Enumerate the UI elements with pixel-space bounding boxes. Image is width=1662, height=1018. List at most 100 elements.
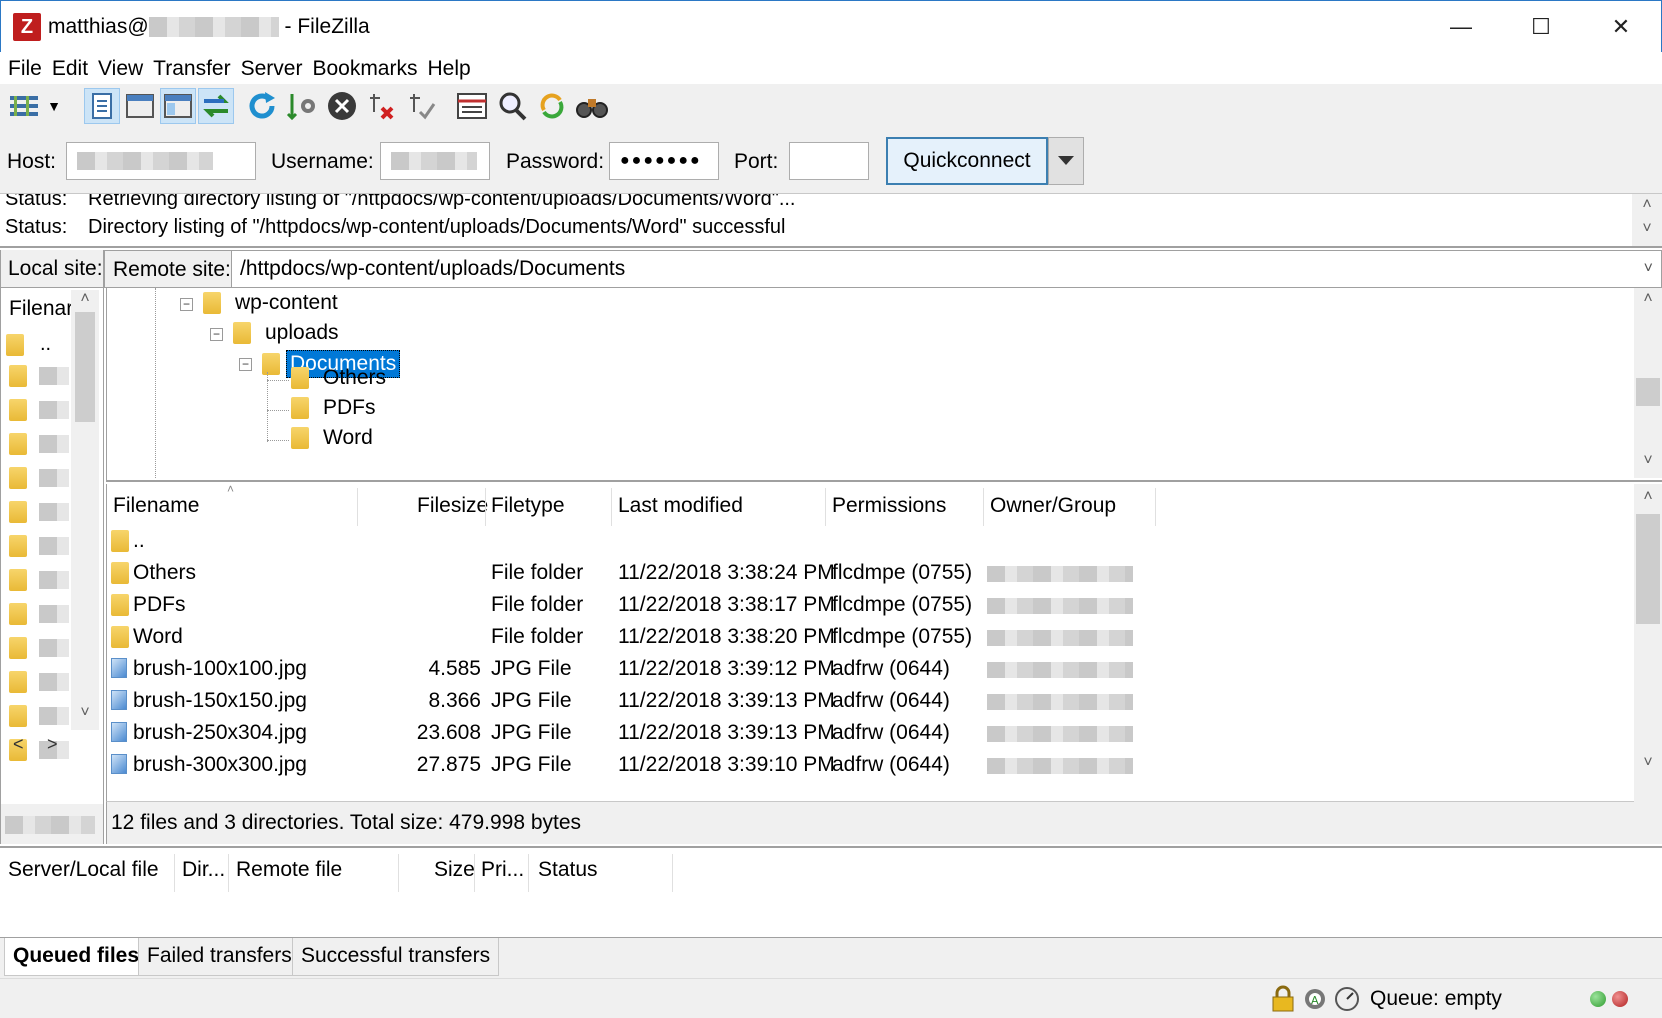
scroll-down-icon[interactable]: ˅ (71, 704, 99, 722)
tree-node-wp-content[interactable]: wp-content (203, 291, 338, 315)
quickconnect-button[interactable]: Quickconnect (886, 137, 1048, 185)
file-row[interactable]: .. (107, 526, 1627, 558)
scroll-down-icon[interactable]: ˅ (1634, 754, 1662, 772)
scroll-thumb[interactable] (1636, 514, 1660, 624)
column-owner-group[interactable]: Owner/Group (990, 494, 1116, 518)
scroll-up-icon[interactable]: ˄ (1634, 488, 1662, 506)
file-row[interactable]: brush-150x150.jpg 8.366 JPG File 11/22/2018… (107, 686, 1627, 718)
file-list-scrollbar[interactable]: ˄ ˅ (1634, 484, 1662, 802)
quickconnect-history-dropdown[interactable] (1048, 137, 1084, 185)
collapse-wp-content-icon[interactable]: − (180, 298, 193, 311)
tree-node-word[interactable]: Word (291, 426, 373, 450)
search-icon[interactable] (574, 88, 610, 124)
username-input[interactable] (380, 142, 490, 180)
scroll-up-icon[interactable]: ˄ (71, 290, 99, 308)
remote-tree-icon[interactable] (160, 88, 196, 124)
queue-column-priority[interactable]: Pri... (481, 858, 524, 882)
refresh-icon[interactable] (244, 88, 280, 124)
image-file-icon (111, 722, 127, 748)
tab-failed-transfers[interactable]: Failed transfers (138, 938, 301, 976)
minimize-button[interactable]: — (1421, 1, 1501, 53)
tab-successful-transfers[interactable]: Successful transfers (292, 938, 500, 976)
local-list-item[interactable] (9, 603, 69, 625)
queue-column-direction[interactable]: Dir... (182, 858, 225, 882)
column-last-modified[interactable]: Last modified (618, 494, 743, 518)
scroll-down-icon[interactable]: ˅ (1632, 220, 1662, 238)
local-list-item[interactable] (9, 671, 69, 693)
file-row[interactable]: brush-300x300.jpg 27.875 JPG File 11/22/201… (107, 750, 1627, 782)
scroll-thumb[interactable] (75, 312, 95, 422)
close-button[interactable]: ✕ (1581, 1, 1661, 53)
dropdown-arrow-icon[interactable]: ▼ (44, 88, 64, 124)
tree-scrollbar[interactable]: ˄ ˅ (1634, 288, 1662, 478)
tab-queued-files[interactable]: Queued files (4, 938, 149, 976)
file-size: 27.875 (416, 753, 481, 776)
menu-bar: File Edit View Transfer Server Bookmarks Help (0, 52, 1662, 84)
quickconnect-bar: Host: Username: Password: ●●●●●●● Port: … (0, 128, 1662, 194)
queue-column-server-local[interactable]: Server/Local file (8, 858, 159, 882)
cancel-icon[interactable] (324, 88, 360, 124)
local-list-item[interactable] (9, 399, 69, 421)
tree-node-others[interactable]: Others (291, 366, 386, 390)
maximize-button[interactable]: ☐ (1501, 1, 1581, 53)
queue-column-size[interactable]: Size (434, 858, 475, 882)
log-scrollbar[interactable]: ˄ ˅ (1632, 194, 1662, 246)
local-parent-row[interactable]: .. (6, 333, 51, 356)
scroll-up-icon[interactable]: ˄ (1632, 196, 1662, 214)
host-input[interactable] (66, 142, 256, 180)
menu-transfer[interactable]: Transfer (148, 52, 235, 86)
port-input[interactable] (789, 142, 869, 180)
file-row[interactable]: brush-250x304.jpg 23.608 JPG File 11/22/201… (107, 718, 1627, 750)
collapse-documents-icon[interactable]: − (239, 358, 252, 371)
local-scrollbar[interactable]: ˄ ˅ (71, 290, 99, 730)
redacted-local-filename (39, 537, 69, 555)
synchronized-browsing-icon[interactable] (534, 88, 570, 124)
scroll-right-icon[interactable]: > (47, 734, 58, 755)
file-permissions: adfrw (0644) (832, 689, 950, 712)
local-list-item[interactable] (9, 705, 69, 727)
password-input[interactable]: ●●●●●●● (609, 142, 719, 180)
local-tree-icon[interactable] (122, 88, 158, 124)
menu-view[interactable]: View (93, 52, 148, 86)
menu-file[interactable]: File (0, 52, 47, 86)
site-manager-icon[interactable] (6, 88, 42, 124)
local-list-item[interactable] (9, 569, 69, 591)
local-list-item[interactable] (9, 467, 69, 489)
local-filename-header[interactable]: Filenar (9, 297, 73, 321)
menu-edit[interactable]: Edit (47, 52, 93, 86)
local-list-item[interactable] (9, 501, 69, 523)
tree-node-uploads[interactable]: uploads (233, 321, 339, 345)
column-filename[interactable]: Filename (113, 494, 199, 518)
file-row[interactable]: PDFs File folder 11/22/2018 3:38:17 PM flcd… (107, 590, 1627, 622)
reconnect-icon[interactable] (404, 88, 440, 124)
scroll-up-icon[interactable]: ˄ (1634, 290, 1662, 308)
menu-help[interactable]: Help (422, 52, 475, 86)
file-row[interactable]: Others File folder 11/22/2018 3:38:24 PM fl… (107, 558, 1627, 590)
collapse-uploads-icon[interactable]: − (210, 328, 223, 341)
file-row[interactable]: brush-100x100.jpg 4.585 JPG File 11/22/2018… (107, 654, 1627, 686)
local-list-item[interactable] (9, 433, 69, 455)
directory-listing-filters-icon[interactable] (454, 88, 490, 124)
local-list-item[interactable] (9, 365, 69, 387)
file-row[interactable]: Word File folder 11/22/2018 3:38:20 PM flcd… (107, 622, 1627, 654)
menu-server[interactable]: Server (236, 52, 308, 86)
process-queue-icon[interactable] (284, 88, 320, 124)
local-list-item[interactable] (9, 637, 69, 659)
column-filetype[interactable]: Filetype (491, 494, 565, 518)
menu-bookmarks[interactable]: Bookmarks (307, 52, 422, 86)
column-permissions[interactable]: Permissions (832, 494, 946, 518)
chevron-down-icon[interactable]: ˅ (1644, 251, 1653, 287)
disconnect-icon[interactable] (364, 88, 400, 124)
transfer-queue-icon[interactable] (198, 88, 234, 124)
message-log-icon[interactable] (84, 88, 120, 124)
local-list-item[interactable] (9, 535, 69, 557)
scroll-down-icon[interactable]: ˅ (1634, 452, 1662, 470)
scroll-left-icon[interactable]: < (13, 734, 24, 755)
scroll-thumb[interactable] (1636, 378, 1660, 406)
queue-column-status[interactable]: Status (538, 858, 598, 882)
toggle-filter-icon[interactable] (494, 88, 530, 124)
column-filesize[interactable]: Filesize (417, 494, 488, 518)
queue-column-remote-file[interactable]: Remote file (236, 858, 342, 882)
remote-path-combobox[interactable]: /httpdocs/wp-content/uploads/Documents ˅ (231, 251, 1661, 287)
tree-node-pdfs[interactable]: PDFs (291, 396, 376, 420)
